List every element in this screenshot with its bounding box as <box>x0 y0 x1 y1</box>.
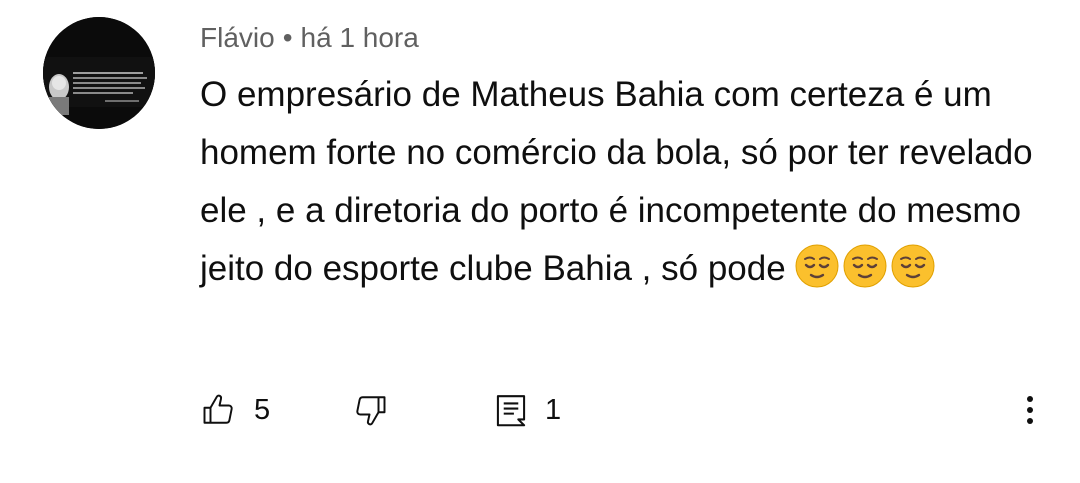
reply-count: 1 <box>545 393 562 426</box>
comment-item: Flávio • há 1 hora O empresário de Matheus… <box>0 0 1080 483</box>
avatar-image <box>43 17 155 129</box>
reply-button[interactable]: 1 <box>495 388 561 432</box>
reply-comment-icon <box>496 395 526 427</box>
relieved-face-emoji <box>843 244 887 288</box>
relieved-face-emoji <box>891 244 935 288</box>
thumbs-up-icon <box>203 394 233 424</box>
comment-timestamp: há 1 hora <box>300 22 419 53</box>
meta-separator: • <box>282 22 293 53</box>
like-count: 5 <box>254 393 271 426</box>
emoji-group <box>794 243 936 289</box>
relieved-face-emoji <box>795 244 839 288</box>
author-name[interactable]: Flávio <box>200 22 275 53</box>
comment-header: Flávio • há 1 hora <box>200 20 419 56</box>
comment-actions: 5 1 <box>200 388 1060 432</box>
thumbs-down-icon <box>356 396 386 426</box>
author-avatar[interactable] <box>43 17 155 129</box>
more-options-button[interactable] <box>1018 388 1042 432</box>
like-button[interactable]: 5 <box>200 388 270 432</box>
more-vertical-icon <box>1027 396 1033 424</box>
dislike-button[interactable] <box>353 388 389 432</box>
comment-body: O empresário de Matheus Bahia com certez… <box>200 66 1060 298</box>
